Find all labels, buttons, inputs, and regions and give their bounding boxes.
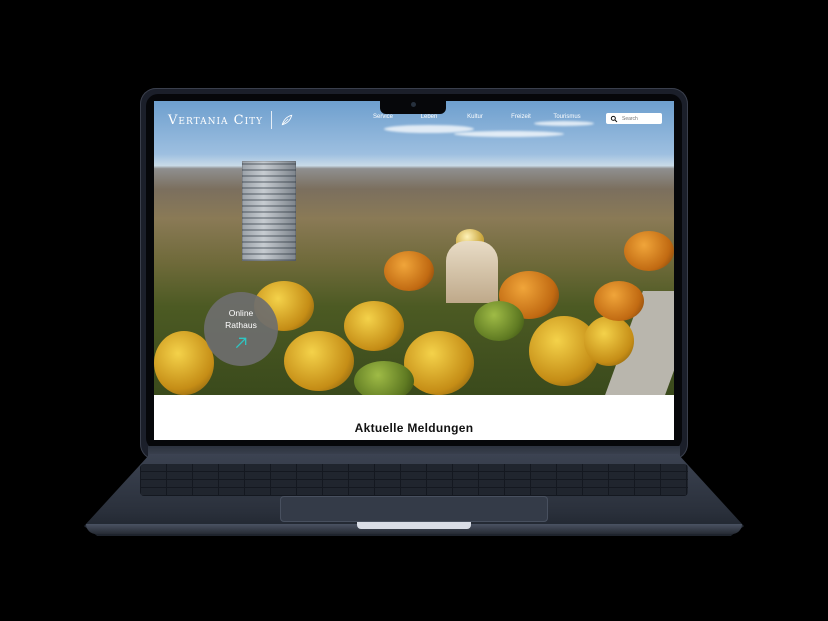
search-box[interactable] [606,113,662,124]
search-input[interactable] [618,115,660,122]
online-rathaus-line1: Online [228,308,254,318]
news-section: Aktuelle Meldungen [154,395,674,440]
nav-item-tourismus[interactable]: Tourismus [544,114,590,120]
online-rathaus-line2: Rathaus [225,320,257,330]
nav-item-leben[interactable]: Leben [406,114,452,120]
hero-cathedral [446,241,498,303]
laptop-keyboard [140,464,688,496]
website-screen: Vertania City Service Leben Kultur Freiz… [154,101,674,440]
news-heading: Aktuelle Meldungen [354,421,474,435]
camera-icon [411,102,416,107]
brand-logo[interactable]: Vertania City [168,111,294,129]
arrow-up-right-icon [235,337,247,349]
brand-name: Vertania City [168,112,264,128]
nav-item-freizeit[interactable]: Freizeit [498,114,544,120]
hero-tower [242,161,296,261]
nav-item-kultur[interactable]: Kultur [452,114,498,120]
nav-item-service[interactable]: Service [360,114,406,120]
online-rathaus-button[interactable]: Online Rathaus [204,292,278,366]
laptop-trackpad [280,496,548,522]
leaf-icon [281,114,293,126]
brand-separator [271,111,273,129]
search-icon[interactable] [610,115,618,123]
laptop-opening-groove [357,522,471,529]
main-nav: Service Leben Kultur Freizeit Tourismus [360,114,590,120]
